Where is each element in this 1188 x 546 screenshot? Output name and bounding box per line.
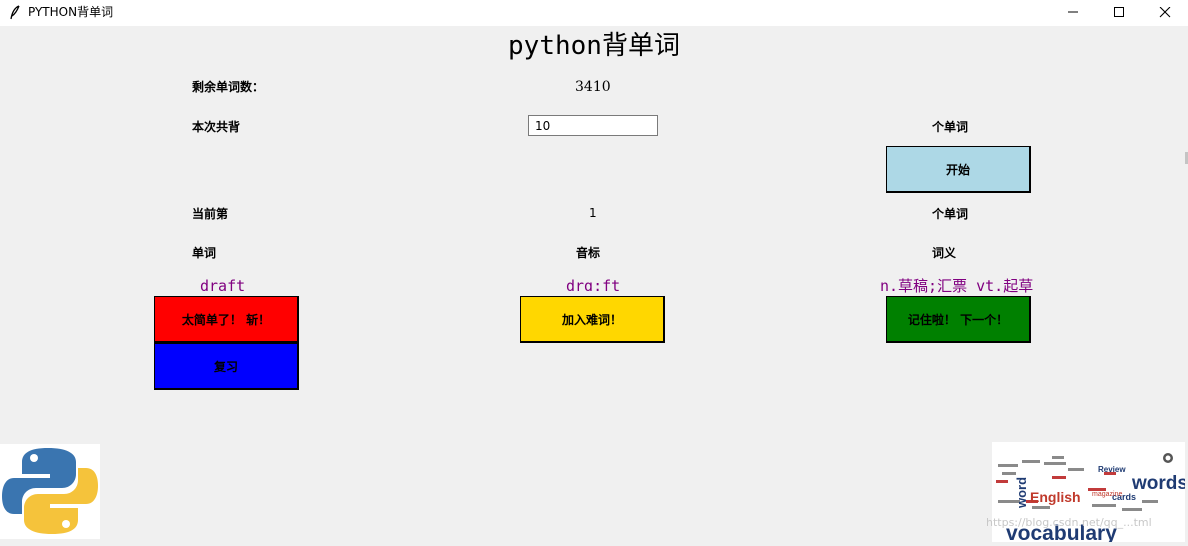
feather-icon <box>10 5 20 20</box>
word-column-header: 单词 <box>192 246 217 260</box>
progress-unit: 个单词 <box>932 207 969 221</box>
window-title: PYTHON背单词 <box>28 5 114 19</box>
maximize-icon <box>1114 7 1124 17</box>
minimize-icon <box>1068 11 1078 13</box>
cloud-word-words: words <box>1131 473 1185 494</box>
remaining-label: 剩余单词数： <box>192 80 265 94</box>
session-unit: 个单词 <box>932 120 969 134</box>
start-button[interactable]: 开始 <box>886 146 1031 193</box>
add-hard-word-button[interactable]: 加入难词！ <box>520 296 665 343</box>
session-label: 本次共背 <box>192 120 241 134</box>
close-button[interactable] <box>1142 0 1188 26</box>
current-word: draft <box>200 277 246 295</box>
current-phonetic: drɑ:ft <box>566 277 621 295</box>
progress-label: 当前第 <box>192 207 229 221</box>
review-button[interactable]: 复习 <box>154 343 299 390</box>
minimize-button[interactable] <box>1050 0 1096 26</box>
word-count-input[interactable] <box>528 115 658 136</box>
meaning-column-header: 词义 <box>932 246 957 260</box>
cloud-word-english: English <box>1030 489 1081 505</box>
cloud-word-word: word <box>1014 477 1029 509</box>
phonetic-column-header: 音标 <box>576 246 601 260</box>
maximize-button[interactable] <box>1096 0 1142 26</box>
watermark: https://blog.csdn.net/qq_...tml <box>986 516 1152 529</box>
too-easy-button[interactable]: 太简单了！ 斩！ <box>154 296 299 343</box>
close-icon <box>1159 7 1171 18</box>
title-bar: PYTHON背单词 <box>0 0 1188 26</box>
remaining-value: 3410 <box>575 79 611 95</box>
cloud-word-magazine: magazine <box>1092 491 1122 498</box>
progress-value: 1 <box>589 206 597 220</box>
cloud-word-review: Review <box>1098 465 1126 474</box>
remembered-next-button[interactable]: 记住啦！ 下一个！ <box>886 296 1031 343</box>
current-meaning: n.草稿;汇票 vt.起草 <box>880 277 1034 295</box>
page-title: python背单词 <box>508 31 680 61</box>
python-logo <box>0 444 100 539</box>
